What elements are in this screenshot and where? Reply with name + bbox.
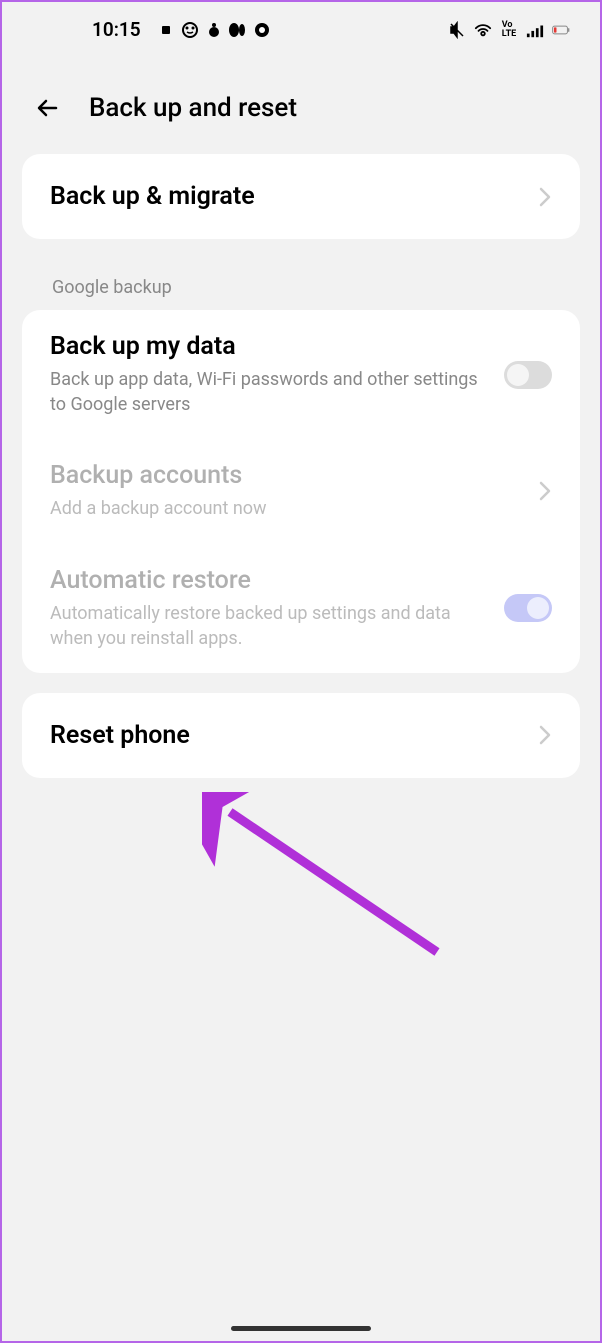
backup-accounts-title: Backup accounts xyxy=(50,461,523,490)
home-indicator[interactable] xyxy=(231,1326,371,1331)
wifi-icon xyxy=(474,21,492,39)
status-time: 10:15 xyxy=(92,18,141,41)
content-area: Back up & migrate Google backup Back up … xyxy=(2,154,600,778)
reset-phone-item[interactable]: Reset phone xyxy=(22,693,580,778)
google-backup-section-label: Google backup xyxy=(22,259,580,310)
backup-my-data-title: Back up my data xyxy=(50,332,489,361)
backup-accounts-subtitle: Add a backup account now xyxy=(50,496,523,521)
volte-icon: VoLTE xyxy=(500,21,518,39)
mute-icon xyxy=(448,21,466,39)
automatic-restore-title: Automatic restore xyxy=(50,566,489,595)
chevron-right-icon xyxy=(538,724,552,746)
status-icons-left xyxy=(157,21,271,39)
app-icon-2 xyxy=(181,21,199,39)
backup-migrate-card: Back up & migrate xyxy=(22,154,580,239)
chevron-right-icon xyxy=(538,480,552,502)
chevron-right-icon xyxy=(538,186,552,208)
back-button[interactable] xyxy=(32,92,64,124)
backup-migrate-item[interactable]: Back up & migrate xyxy=(22,154,580,239)
backup-migrate-title: Back up & migrate xyxy=(50,182,523,211)
reddit-icon xyxy=(205,21,223,39)
item-text: Backup accounts Add a backup account now xyxy=(50,461,538,521)
arrow-left-icon xyxy=(34,94,62,122)
battery-low-icon xyxy=(552,21,570,39)
backup-accounts-item[interactable]: Backup accounts Add a backup account now xyxy=(22,439,580,543)
backup-my-data-subtitle: Back up app data, Wi-Fi passwords and ot… xyxy=(50,367,489,417)
medium-icon xyxy=(229,21,247,39)
item-text: Back up my data Back up app data, Wi-Fi … xyxy=(50,332,504,417)
reset-phone-card: Reset phone xyxy=(22,693,580,778)
automatic-restore-subtitle: Automatically restore backed up settings… xyxy=(50,601,489,651)
page-header: Back up and reset xyxy=(2,57,600,154)
automatic-restore-toggle xyxy=(504,594,552,622)
app-icon-1 xyxy=(157,21,175,39)
status-left: 10:15 xyxy=(92,18,271,41)
item-text: Back up & migrate xyxy=(50,182,538,211)
signal-icon xyxy=(526,21,544,39)
backup-my-data-item[interactable]: Back up my data Back up app data, Wi-Fi … xyxy=(22,310,580,439)
item-text: Automatic restore Automatically restore … xyxy=(50,566,504,651)
item-text: Reset phone xyxy=(50,721,538,750)
backup-my-data-toggle[interactable] xyxy=(504,361,552,389)
circle-icon xyxy=(253,21,271,39)
status-bar: 10:15 VoLTE xyxy=(2,2,600,57)
status-right: VoLTE xyxy=(448,21,570,39)
google-backup-card: Back up my data Back up app data, Wi-Fi … xyxy=(22,310,580,673)
automatic-restore-item: Automatic restore Automatically restore … xyxy=(22,544,580,673)
annotation-arrow xyxy=(202,792,462,972)
reset-phone-title: Reset phone xyxy=(50,721,523,750)
page-title: Back up and reset xyxy=(89,93,297,123)
